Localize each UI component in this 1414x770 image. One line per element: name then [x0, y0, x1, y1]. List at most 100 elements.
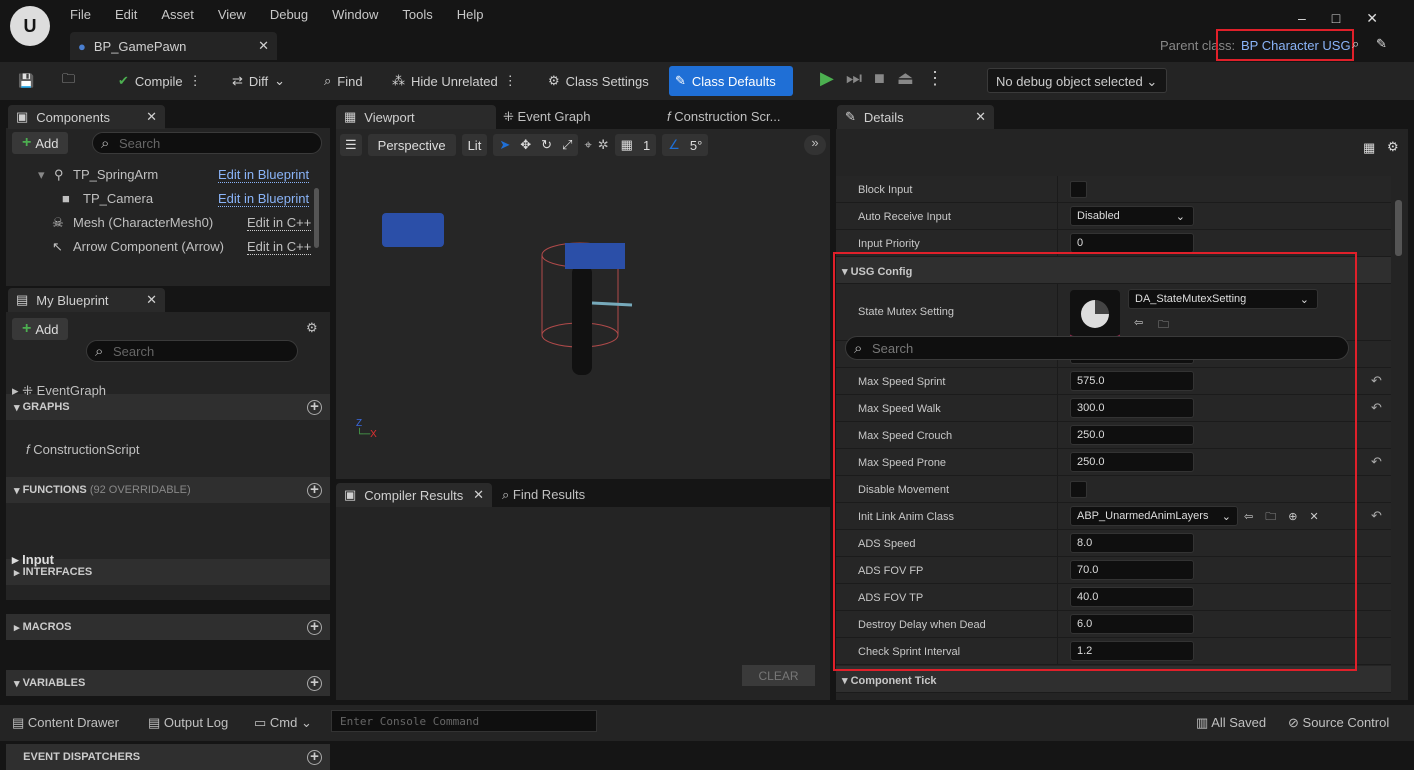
close-tab-icon[interactable]: ✕	[473, 487, 484, 503]
list-item[interactable]: TP_Camera	[83, 191, 153, 206]
tab-viewport[interactable]: ▦ Viewport	[336, 105, 496, 129]
content-drawer-button[interactable]: ▤ Content Drawer	[12, 715, 119, 731]
add-dispatcher-icon[interactable]: +	[307, 749, 322, 765]
world-icon[interactable]: ⌖	[584, 137, 591, 153]
menu-file[interactable]: File	[70, 7, 91, 22]
debug-object-dropdown[interactable]: No debug object selected ⌄	[987, 68, 1167, 93]
menu-help[interactable]: Help	[457, 7, 484, 22]
more-options-icon[interactable]: ⋮	[504, 73, 517, 89]
find-button[interactable]: ⌕ Find	[318, 66, 369, 96]
details-scrollbar[interactable]	[1395, 200, 1402, 256]
menu-view[interactable]: View	[218, 7, 246, 22]
expand-arrow-icon[interactable]: ▾	[38, 167, 45, 183]
close-tab-icon[interactable]: ✕	[146, 109, 157, 125]
reset-to-default-icon[interactable]: ↶	[1371, 508, 1382, 524]
block-input-checkbox[interactable]	[1070, 181, 1087, 198]
hide-unrelated-button[interactable]: ⁂ Hide Unrelated ⋮	[386, 66, 523, 96]
edit-in-blueprint-link[interactable]: Edit in Blueprint	[218, 167, 310, 183]
add-variable-icon[interactable]: +	[307, 675, 322, 691]
menu-asset[interactable]: Asset	[161, 7, 194, 22]
lit-button[interactable]: Lit	[461, 134, 488, 156]
edit-pencil-icon[interactable]: ✎	[1376, 36, 1387, 52]
reset-to-default-icon[interactable]: ↶	[1371, 454, 1382, 470]
macros-section[interactable]: ▸ MACROS +	[6, 614, 330, 640]
add-member-button[interactable]: + Add	[12, 318, 69, 340]
compile-options-icon[interactable]: ⋮	[189, 73, 202, 89]
close-button[interactable]: ✕	[1366, 10, 1404, 26]
event-graph-item[interactable]: ▸ ⁜ EventGraph	[12, 383, 106, 399]
browse-button[interactable]: 🗀	[56, 66, 81, 96]
add-function-icon[interactable]: +	[307, 482, 322, 498]
compile-button[interactable]: ✔ Compile ⋮	[112, 66, 208, 96]
menu-edit[interactable]: Edit	[115, 7, 137, 22]
console-input[interactable]: Enter Console Command	[331, 710, 597, 732]
add-graph-icon[interactable]: +	[307, 399, 322, 415]
my-blueprint-tab[interactable]: ▤ My Blueprint ✕	[8, 288, 165, 312]
all-saved-button[interactable]: ▥ All Saved	[1196, 715, 1266, 731]
save-button[interactable]: 💾	[12, 66, 40, 96]
diff-button[interactable]: ⇄ Diff ⌄	[226, 66, 291, 96]
auto-receive-input-dropdown[interactable]: Disabled ⌄	[1070, 206, 1194, 226]
components-search-input[interactable]: Search	[92, 132, 322, 154]
surface-snap-icon[interactable]: ✲	[598, 137, 609, 153]
components-scrollbar[interactable]	[314, 188, 319, 248]
class-settings-button[interactable]: ⚙ Class Settings	[542, 66, 655, 96]
details-search-input[interactable]: Search	[845, 336, 1349, 360]
edit-in-cpp-link[interactable]: Edit in C++	[247, 239, 312, 255]
camera-mesh[interactable]	[382, 213, 444, 247]
gear-icon[interactable]: ⚙	[306, 320, 318, 336]
class-defaults-button[interactable]: ✎ Class Defaults	[669, 66, 793, 96]
tab-event-graph[interactable]: ⁜ Event Graph	[503, 109, 591, 125]
tab-find-results[interactable]: ⌕ Find Results	[502, 487, 585, 503]
perspective-button[interactable]: Perspective	[367, 134, 456, 156]
list-item[interactable]: Mesh (CharacterMesh0)	[73, 215, 213, 230]
select-icon[interactable]: ➤	[499, 137, 510, 153]
functions-section[interactable]: ▾ FUNCTIONS (92 OVERRIDABLE) +	[6, 477, 330, 503]
ue-logo[interactable]: U	[10, 6, 50, 46]
table-view-icon[interactable]: ▦	[1363, 140, 1375, 156]
expand-toolbar-icon[interactable]: »	[804, 135, 826, 155]
add-component-button[interactable]: + Add	[12, 132, 69, 154]
eject-icon[interactable]: ⏏	[897, 68, 926, 88]
input-category[interactable]: ▸ Input	[12, 552, 54, 568]
move-icon[interactable]: ✥	[520, 137, 531, 153]
list-item[interactable]: TP_SpringArm	[73, 167, 158, 182]
play-options-icon[interactable]: ⋮	[926, 68, 956, 88]
source-control-button[interactable]: ⊘ Source Control	[1288, 715, 1389, 731]
clear-button[interactable]: CLEAR	[742, 665, 815, 686]
angle-snap[interactable]: ∠ 5°	[662, 134, 709, 156]
doc-tab[interactable]: ● BP_GamePawn ✕	[70, 32, 277, 60]
components-tab[interactable]: ▣ Components ✕	[8, 105, 165, 129]
close-tab-icon[interactable]: ✕	[975, 109, 986, 125]
minimize-button[interactable]: –	[1298, 10, 1332, 26]
maximize-button[interactable]: □	[1332, 10, 1366, 26]
character-capsule[interactable]	[530, 225, 640, 385]
rotate-icon[interactable]: ↻	[541, 137, 552, 153]
cmd-dropdown[interactable]: ▭ Cmd ⌄	[254, 715, 312, 731]
construction-script-item[interactable]: f ConstructionScript	[26, 442, 139, 457]
grid-snap[interactable]: ▦ 1	[614, 134, 657, 156]
search-icon[interactable]: ⌕	[1352, 36, 1359, 52]
tab-compiler-results[interactable]: ▣ Compiler Results ✕	[336, 483, 492, 507]
reset-to-default-icon[interactable]: ↶	[1371, 400, 1382, 416]
menu-tools[interactable]: Tools	[402, 7, 432, 22]
add-macro-icon[interactable]: +	[307, 619, 322, 635]
tab-details[interactable]: ✎ Details ✕	[837, 105, 994, 129]
scale-icon[interactable]: ⤢	[562, 137, 572, 153]
output-log-button[interactable]: ▤ Output Log	[148, 715, 228, 731]
menu-window[interactable]: Window	[332, 7, 378, 22]
input-priority-field[interactable]: 0	[1070, 233, 1194, 253]
tab-construction-script[interactable]: f Construction Scr...	[667, 109, 780, 124]
blueprint-search-input[interactable]: Search	[86, 340, 298, 362]
gear-icon[interactable]: ⚙	[1387, 139, 1399, 155]
edit-in-blueprint-link[interactable]: Edit in Blueprint	[218, 191, 310, 207]
play-icon[interactable]: ▶	[820, 68, 846, 88]
list-item[interactable]: Arrow Component (Arrow)	[73, 239, 224, 254]
menu-debug[interactable]: Debug	[270, 7, 308, 22]
edit-in-cpp-link[interactable]: Edit in C++	[247, 215, 312, 231]
event-dispatchers-section[interactable]: EVENT DISPATCHERS +	[6, 744, 330, 770]
close-tab-icon[interactable]: ✕	[146, 292, 157, 308]
hamburger-menu-icon[interactable]: ☰	[340, 134, 362, 156]
variables-section[interactable]: ▾ VARIABLES +	[6, 670, 330, 696]
step-icon[interactable]: ⏭	[846, 68, 874, 88]
